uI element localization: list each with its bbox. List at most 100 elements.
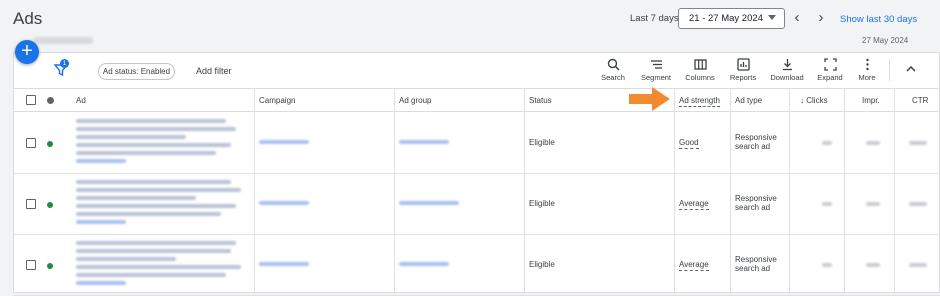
table-row: Eligible Average Responsive search ad: [14, 174, 940, 235]
blurred-ad-group-link[interactable]: [399, 140, 449, 144]
blurred-ad-text: [76, 127, 236, 131]
header-status[interactable]: Status: [529, 89, 552, 112]
ad-type-value: Responsive search ad: [735, 255, 777, 273]
search-label: Search: [601, 73, 625, 82]
blurred-ad-text: [76, 119, 226, 123]
blurred-ad-link[interactable]: [76, 159, 126, 163]
columns-icon: [693, 59, 707, 70]
highlight-arrow-icon: [629, 87, 670, 111]
blurred-campaign-link[interactable]: [259, 140, 309, 144]
blurred-ad-text: [76, 257, 176, 261]
blurred-ad-text: [76, 265, 241, 269]
header-ad-strength-label: Ad strength: [679, 96, 720, 107]
blurred-clicks: [822, 263, 832, 267]
blurred-campaign-link[interactable]: [259, 262, 309, 266]
table-header: Ad Campaign Ad group Status Ad strength …: [14, 89, 940, 112]
columns-label: Columns: [685, 73, 715, 82]
show-last-30-days-link[interactable]: Show last 30 days: [840, 14, 917, 25]
blurred-impr: [866, 202, 880, 206]
download-icon: [782, 59, 792, 71]
more-button[interactable]: More: [843, 57, 891, 87]
ad-type-value: Responsive search ad: [735, 133, 777, 151]
blurred-ctr: [909, 263, 927, 267]
ads-table-panel: 1 Ad status: Enabled Add filter Search S…: [13, 52, 940, 296]
end-date-label: 27 May 2024: [862, 36, 909, 45]
blurred-clicks: [822, 202, 832, 206]
blurred-impr: [866, 263, 880, 267]
blurred-ad-text: [76, 196, 196, 200]
row-checkbox[interactable]: [26, 260, 36, 270]
blurred-ad-text: [76, 188, 241, 192]
more-vert-icon: [865, 58, 869, 71]
columns-button[interactable]: Columns: [676, 57, 724, 87]
chevron-left-icon[interactable]: ‹: [790, 9, 804, 27]
top-bar: Ads Last 7 days 21 - 27 May 2024 ‹ › Sho…: [0, 0, 940, 40]
blurred-ctr: [909, 141, 927, 145]
chevron-right-icon[interactable]: ›: [814, 9, 828, 27]
select-all-checkbox[interactable]: [26, 95, 36, 105]
page-title: Ads: [13, 9, 43, 28]
ad-status-filter-chip[interactable]: Ad status: Enabled: [98, 63, 175, 80]
download-label: Download: [770, 73, 804, 82]
header-ctr[interactable]: CTR: [912, 89, 928, 112]
blurred-ad-text: [76, 151, 216, 155]
create-button[interactable]: +: [15, 40, 39, 64]
ad-type-line-1: Responsive: [735, 255, 777, 264]
header-ad[interactable]: Ad: [76, 89, 86, 112]
blurred-ad-text: [76, 249, 231, 253]
blurred-clicks: [822, 141, 832, 145]
plus-icon: +: [21, 40, 33, 62]
blurred-impr: [866, 141, 880, 145]
blurred-ad-text: [76, 241, 236, 245]
segment-label: Segment: [640, 73, 672, 82]
ad-type-line-2: search ad: [735, 142, 771, 151]
download-button[interactable]: Download: [763, 57, 811, 87]
blurred-ad-text: [76, 204, 236, 208]
ad-strength-value[interactable]: Good: [679, 138, 699, 149]
ad-type-line-2: search ad: [735, 264, 771, 273]
ad-strength-value[interactable]: Average: [679, 260, 709, 271]
enabled-status-dot: [47, 141, 53, 147]
status-value: Eligible: [529, 199, 555, 208]
dropdown-caret-icon: [768, 15, 776, 20]
date-range-select[interactable]: 21 - 27 May 2024: [678, 8, 785, 29]
header-ad-type[interactable]: Ad type: [735, 89, 762, 112]
blurred-ad-link[interactable]: [76, 220, 126, 224]
header-impr[interactable]: Impr.: [862, 89, 880, 112]
reports-button[interactable]: Reports: [719, 57, 767, 87]
ad-strength-value[interactable]: Average: [679, 199, 709, 210]
header-campaign[interactable]: Campaign: [259, 89, 295, 112]
row-checkbox[interactable]: [26, 138, 36, 148]
date-range-value: 21 - 27 May 2024: [689, 13, 763, 24]
filter-count-badge: 1: [60, 59, 69, 68]
add-filter-button[interactable]: Add filter: [196, 66, 232, 76]
reports-icon: [736, 58, 750, 71]
arrow-down-icon: ↓: [800, 96, 804, 105]
row-checkbox[interactable]: [26, 199, 36, 209]
blurred-ad-text: [76, 180, 231, 184]
reports-label: Reports: [729, 73, 757, 82]
ad-type-line-1: Responsive: [735, 133, 777, 142]
chevron-up-icon[interactable]: [904, 62, 918, 76]
table-row: Eligible Average Responsive search ad: [14, 235, 940, 296]
blurred-ad-group-link[interactable]: [399, 262, 449, 266]
enabled-status-dot: [47, 202, 53, 208]
header-clicks-label: Clicks: [806, 96, 828, 105]
status-value: Eligible: [529, 260, 555, 269]
blurred-campaign-link[interactable]: [259, 201, 309, 205]
blurred-ad-link[interactable]: [76, 281, 126, 285]
header-ad-group[interactable]: Ad group: [399, 89, 431, 112]
blurred-ad-text: [76, 143, 231, 147]
blurred-ad-group-link[interactable]: [399, 201, 459, 205]
blurred-ad-text: [76, 273, 226, 277]
blurred-ad-text: [76, 212, 221, 216]
date-preset-label: Last 7 days: [630, 13, 679, 24]
segment-button[interactable]: Segment: [632, 57, 680, 87]
ad-strength-label: Average: [679, 199, 709, 210]
search-button[interactable]: Search: [589, 57, 637, 87]
table-toolbar: 1 Ad status: Enabled Add filter Search S…: [14, 53, 940, 89]
blurred-ctr: [909, 202, 927, 206]
header-clicks[interactable]: ↓ Clicks: [800, 89, 828, 112]
toolbar-divider: [889, 59, 890, 81]
ad-strength-label: Average: [679, 260, 709, 271]
